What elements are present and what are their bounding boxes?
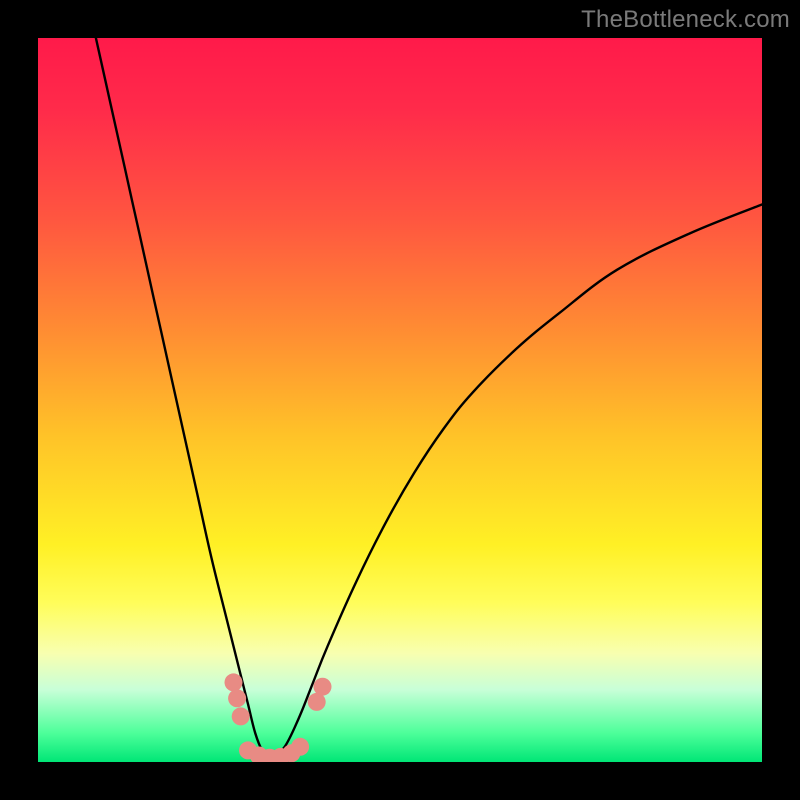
trough-markers — [225, 673, 332, 762]
chart-frame: TheBottleneck.com — [0, 0, 800, 800]
watermark-text: TheBottleneck.com — [581, 6, 790, 34]
curve-right-branch — [270, 205, 762, 760]
bottleneck-curve — [38, 38, 762, 762]
plot-area — [38, 38, 762, 762]
curve-left-branch — [96, 38, 270, 759]
